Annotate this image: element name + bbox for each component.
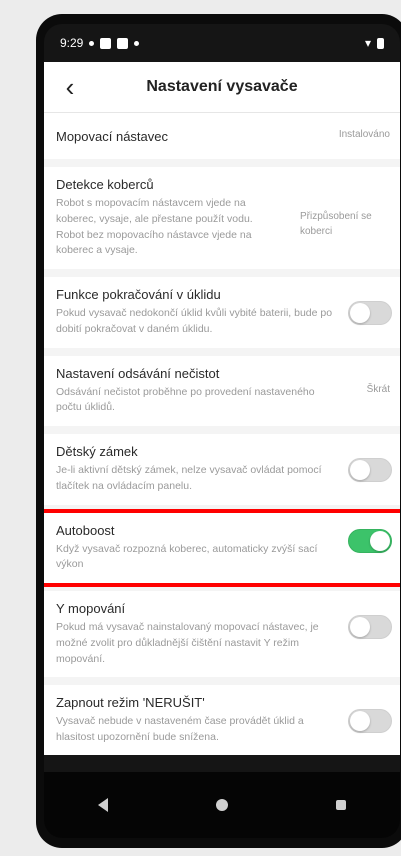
phone-frame: 9:29 ▾ ‹ Nastavení vysavače Mopovací nás… [36,14,401,848]
setting-carpet-detection[interactable]: Detekce koberců Robot s mopovacím nástav… [44,167,400,269]
nav-recent-apps-icon[interactable] [336,800,346,810]
gallery-icon [100,37,112,49]
setting-description: Když vysavač rozpozná koberec, automatic… [56,542,318,571]
more-dot-icon [134,40,140,46]
nav-back-icon[interactable] [98,798,108,812]
chevron-left-icon[interactable]: ‹ [56,73,84,101]
setting-label: Zapnout režim 'NERUŠIT' [56,695,205,711]
toggle-knob [370,530,390,551]
setting-description: Odsávání nečistot proběhne po provedení … [56,385,315,414]
child-lock-toggle[interactable] [348,458,392,482]
setting-label: Detekce koberců [56,177,154,192]
setting-dirt-suction[interactable]: Nastavení odsávání nečistot Odsávání neč… [44,355,400,426]
setting-value: Škrát [366,383,390,395]
toggle-knob [350,711,370,732]
setting-value: Přizpůsobení se koberci [300,211,372,237]
setting-description: Je-li aktivní dětský zámek, nelze vysava… [56,464,322,492]
do-not-disturb-toggle[interactable] [348,709,392,734]
setting-label: Dětský zámek [56,444,138,459]
setting-label: Y mopování [56,601,126,616]
app-bar: ‹ Nastavení vysavače [44,62,400,113]
setting-child-lock: Dětský zámek Je-li aktivní dětský zámek,… [44,434,400,505]
app-icon [117,37,129,49]
notification-dot-icon [89,40,95,46]
system-nav-bar [44,772,400,838]
setting-autoboost: Autoboost Když vysavač rozpozná koberec,… [44,508,400,587]
autoboost-toggle[interactable] [348,528,392,553]
page-title: Nastavení vysavače [146,78,298,95]
setting-mopping-attachment[interactable]: Mopovací nástavec Instalováno [44,113,400,159]
screen: 9:29 ▾ ‹ Nastavení vysavače Mopovací nás… [44,24,400,838]
wifi-icon: ▾ [364,36,371,50]
setting-description: Pokud má vysavač nainstalovaný mopovací … [56,621,319,665]
setting-description: Vysavač nebude v nastaveném čase provádě… [56,715,304,743]
status-time: 9:29 [60,36,84,50]
toggle-knob [350,303,370,323]
setting-y-mopping: Y mopování Pokud má vysavač nainstalovan… [44,591,400,678]
setting-label: Nastavení odsávání nečistot [56,365,220,381]
toggle-knob [350,617,370,637]
setting-description: Pokud vysavač nedokončí úklid kvůli vybi… [56,307,333,335]
nav-home-icon[interactable] [216,799,228,811]
setting-description: Robot s mopovacím nástavcem vjede na kob… [56,197,253,257]
setting-label: Autoboost [56,522,115,538]
setting-continue-cleaning: Funkce pokračování v úklidu Pokud vysava… [44,277,400,348]
y-mopping-toggle[interactable] [348,615,392,639]
battery-icon [377,37,384,49]
toggle-knob [350,460,370,480]
continue-cleaning-toggle[interactable] [348,301,392,325]
setting-label: Funkce pokračování v úklidu [56,287,221,302]
status-bar: 9:29 ▾ [44,24,400,62]
settings-list: Mopovací nástavec Instalováno Detekce ko… [44,113,400,755]
setting-do-not-disturb: Zapnout režim 'NERUŠIT' Vysavač nebude v… [44,685,400,755]
setting-value: Instalováno [338,129,390,140]
